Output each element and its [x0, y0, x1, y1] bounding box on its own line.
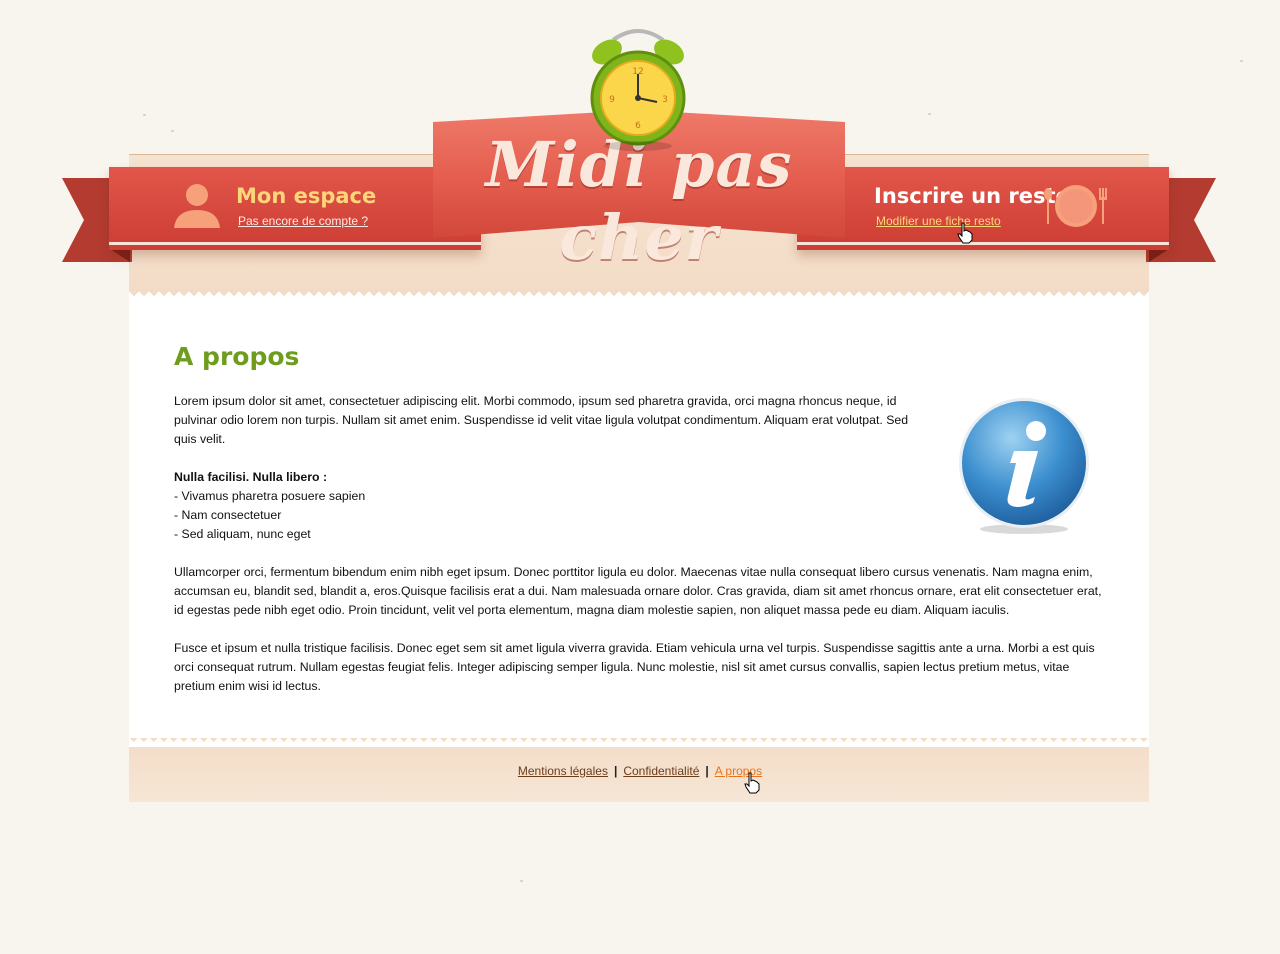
svg-text:6: 6	[635, 121, 641, 131]
restaurant-ribbon	[797, 167, 1169, 250]
intro-paragraph: Lorem ipsum dolor sit amet, consectetuer…	[174, 394, 909, 446]
svg-text:9: 9	[609, 95, 615, 105]
edit-restaurant-link[interactable]: Modifier une fiche resto	[876, 214, 1001, 228]
account-title[interactable]: Mon espace	[236, 184, 376, 208]
user-icon	[174, 184, 220, 228]
footer-links: Mentions légales | Confidentialité | A propo…	[0, 764, 1280, 778]
page-title: A propos	[174, 342, 300, 371]
hand-cursor-icon	[744, 772, 760, 794]
create-account-link[interactable]: Pas encore de compte ?	[238, 214, 368, 228]
alarm-clock-icon: 12 3 6 9	[590, 29, 686, 151]
paper-speck	[520, 880, 523, 882]
paragraph-2: Ullamcorper orci, fermentum bibendum eni…	[174, 565, 1102, 617]
list-title: Nulla facilisi. Nulla libero :	[174, 470, 328, 484]
list-item: - Sed aliquam, nunc eget	[174, 527, 311, 541]
paper-speck	[143, 114, 146, 116]
paper-speck	[1240, 60, 1243, 62]
footer-link-legal[interactable]: Mentions légales	[518, 764, 608, 778]
paragraph-3: Fusce et ipsum et nulla tristique facili…	[174, 641, 1095, 693]
list-item: - Vivamus pharetra posuere sapien	[174, 489, 366, 503]
footer-separator: |	[705, 764, 709, 778]
plate-cutlery-icon	[1044, 185, 1107, 227]
paper-speck	[928, 113, 931, 115]
feature-list: Nulla facilisi. Nulla libero : - Vivamus…	[174, 468, 1104, 544]
svg-text:3: 3	[662, 95, 668, 105]
footer-link-privacy[interactable]: Confidentialité	[623, 764, 699, 778]
list-item: - Nam consectetuer	[174, 508, 282, 522]
paper-speck	[171, 130, 174, 132]
about-text: Lorem ipsum dolor sit amet, consectetuer…	[174, 392, 1104, 715]
hand-cursor-icon	[957, 222, 973, 244]
footer-separator: |	[613, 764, 618, 778]
account-ribbon	[109, 167, 481, 250]
